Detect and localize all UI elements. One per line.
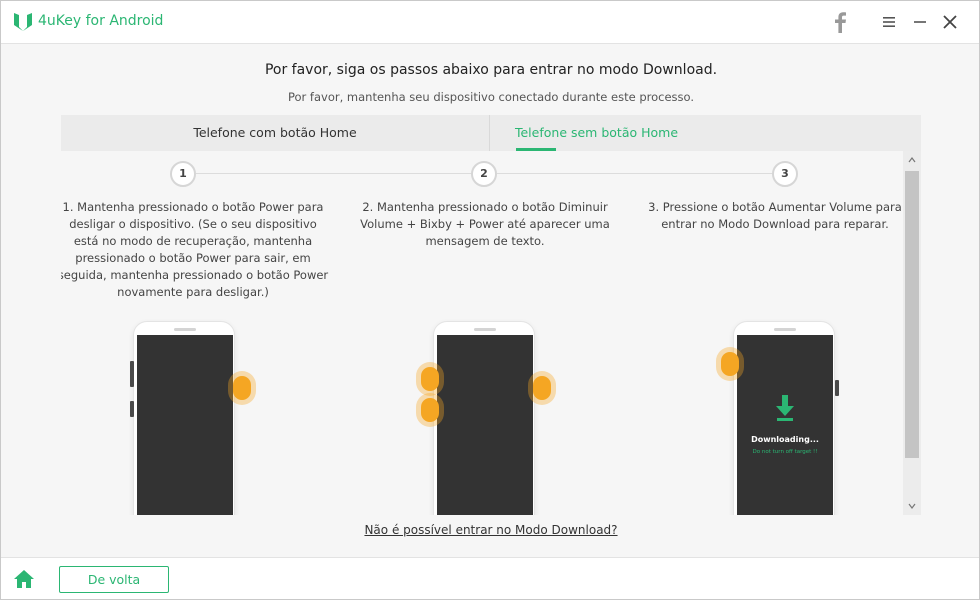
tab-phone-with-home[interactable]: Telefone com botão Home (61, 115, 489, 151)
home-icon[interactable] (13, 569, 35, 589)
download-arrow-icon (776, 395, 794, 421)
scrollbar-thumb[interactable] (905, 171, 919, 458)
steps-panel: 1 2 3 1. Mantenha pressionado o botão Po… (61, 151, 903, 515)
phone-illustration-1 (133, 321, 235, 515)
phone-screen-downloading: Downloading... Do not turn off target !! (737, 335, 833, 515)
step-connector (196, 173, 476, 174)
footer-bar: De volta (1, 557, 979, 599)
step-number-1: 1 (170, 161, 196, 187)
press-indicator-volume-down (421, 367, 439, 391)
app-title: 4uKey for Android (38, 13, 164, 29)
logo-icon (14, 13, 32, 31)
facebook-icon[interactable] (833, 11, 847, 33)
scroll-down-icon[interactable] (908, 502, 916, 510)
phone-illustration-3: Downloading... Do not turn off target !! (733, 321, 835, 515)
close-icon[interactable] (942, 14, 958, 30)
title-bar: 4uKey for Android (1, 1, 979, 44)
power-button (835, 380, 839, 396)
minimize-icon[interactable] (913, 15, 927, 29)
page-title: Por favor, siga os passos abaixo para en… (264, 62, 718, 78)
downloading-label: Downloading... (751, 435, 819, 444)
app-window: 4uKey for Android Por favor, siga os pas… (0, 0, 980, 600)
tab-bar: Telefone com botão Home Telefone sem bot… (61, 115, 921, 151)
press-indicator-power (533, 376, 551, 400)
tab-phone-without-home[interactable]: Telefone sem botão Home (490, 115, 703, 151)
phone-speaker (174, 328, 196, 331)
step-connector (497, 173, 775, 174)
cannot-enter-download-mode-link[interactable]: Não é possível entrar no Modo Download? (1, 523, 980, 537)
step-number-2: 2 (471, 161, 497, 187)
back-button[interactable]: De volta (59, 566, 169, 593)
volume-button (130, 361, 134, 387)
phone-screen (437, 335, 533, 515)
bixby-button (130, 401, 134, 417)
phone-speaker (474, 328, 496, 331)
page-subtitle: Por favor, mantenha seu dispositivo cone… (287, 90, 694, 104)
step-text-3: 3. Pressione o botão Aumentar Volume par… (648, 200, 902, 231)
press-indicator-power (233, 376, 251, 400)
phone-illustration-2 (433, 321, 535, 515)
scrollbar[interactable] (903, 151, 921, 515)
menu-icon[interactable] (882, 15, 896, 29)
phone-screen (137, 335, 233, 515)
scroll-up-icon[interactable] (908, 156, 916, 164)
step-text-1: 1. Mantenha pressionado o botão Power pa… (61, 200, 329, 299)
step-number-3: 3 (772, 161, 798, 187)
phone-speaker (774, 328, 796, 331)
press-indicator-volume-up (721, 352, 739, 376)
press-indicator-bixby (421, 398, 439, 422)
step-text-2: 2. Mantenha pressionado o botão Diminuir… (360, 200, 610, 248)
downloading-warning: Do not turn off target !! (752, 449, 818, 455)
